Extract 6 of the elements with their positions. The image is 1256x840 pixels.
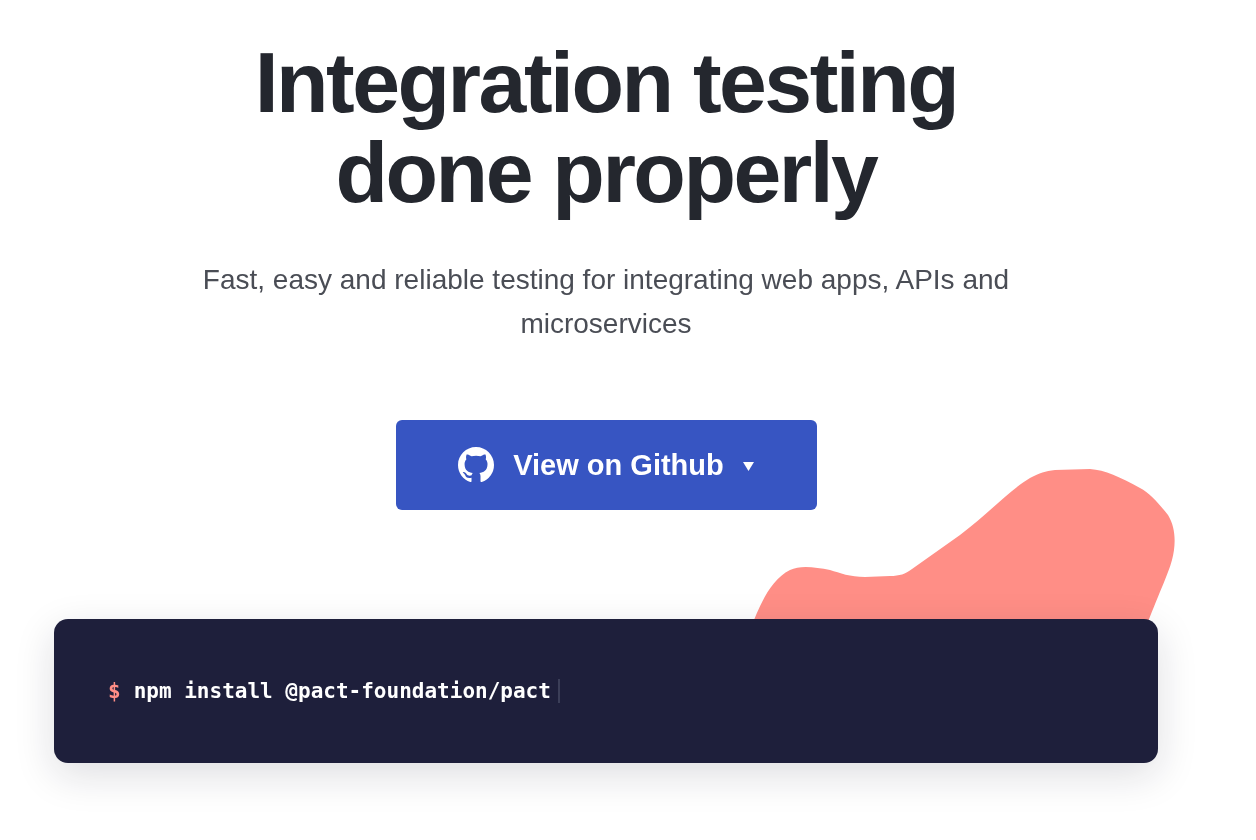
hero-subtitle: Fast, easy and reliable testing for integrating web apps, APIs and microservices <box>201 263 1011 341</box>
terminal-prompt: $ <box>108 679 121 703</box>
caret-icon <box>742 461 754 471</box>
install-command: npm install @pact-foundation/pact <box>133 679 551 703</box>
cat-logo-icon <box>458 447 495 483</box>
view-on-github-button[interactable]: View on Github <box>395 420 817 510</box>
